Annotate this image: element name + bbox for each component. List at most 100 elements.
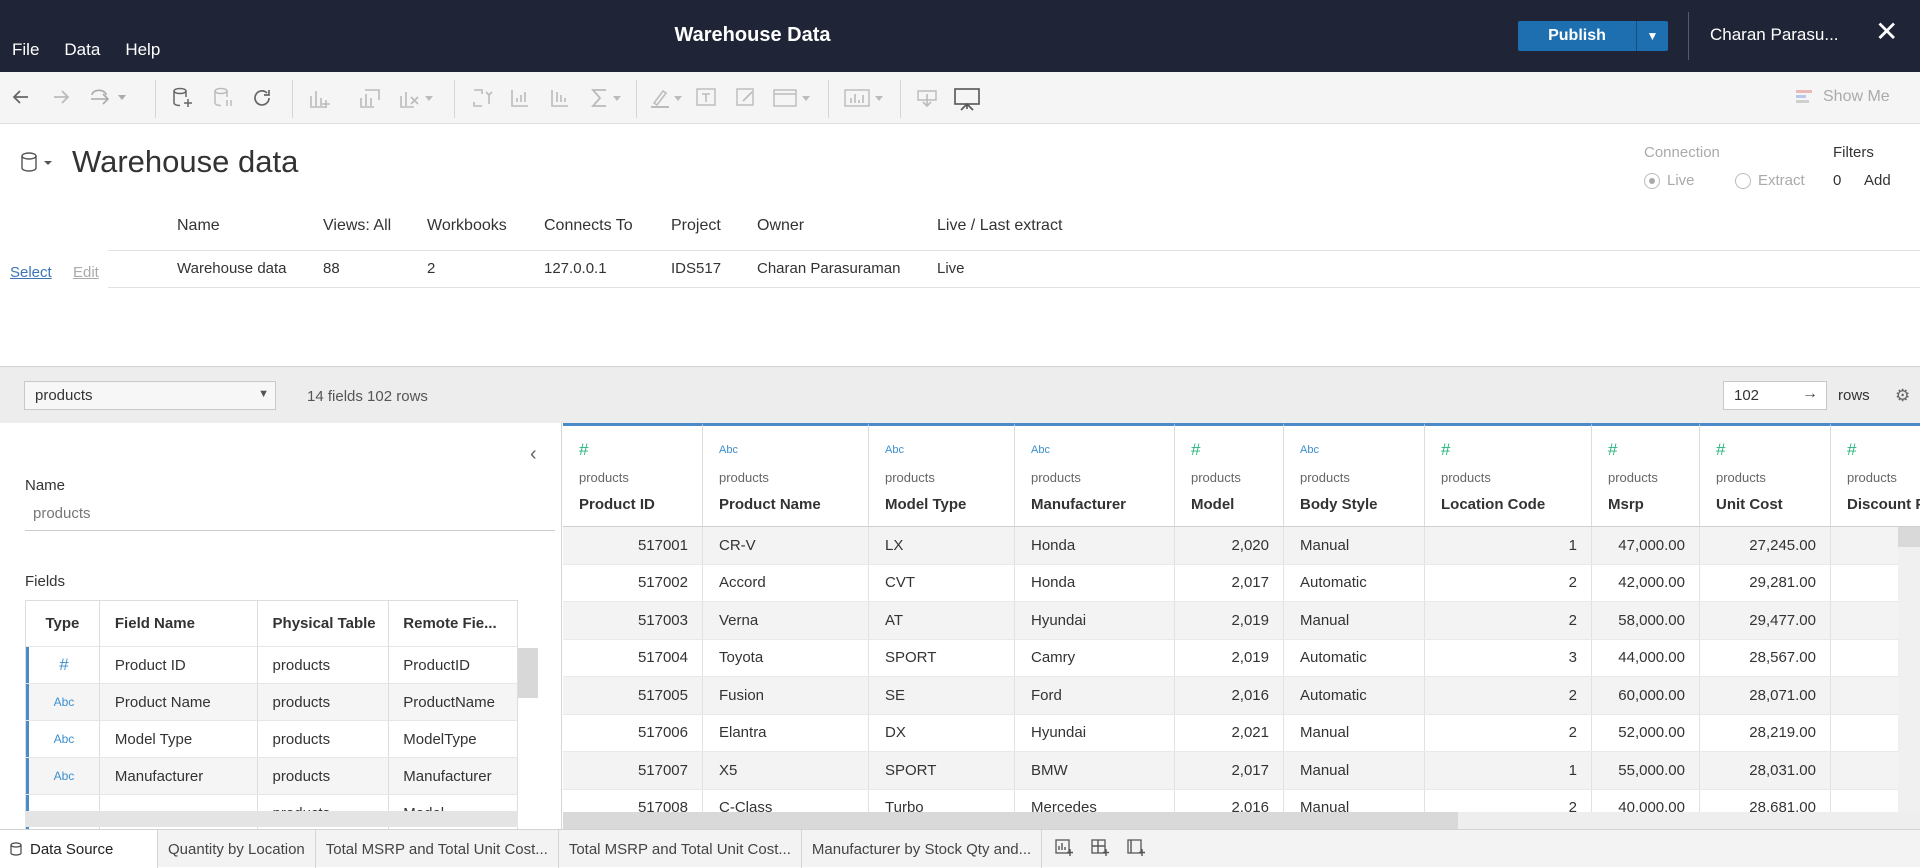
highlight-icon[interactable] [648,86,684,110]
number-type-icon[interactable]: # [1847,440,1856,460]
rows-input[interactable]: 102 → [1723,381,1827,410]
column-header[interactable]: # products Msrp [1592,423,1700,526]
publish-button[interactable]: Publish [1518,21,1637,51]
field-name[interactable]: Product ID [100,647,258,683]
field-name[interactable]: Model Type [100,721,258,757]
string-type-icon[interactable]: Abc [719,444,738,456]
gear-icon[interactable]: ⚙ [1895,387,1910,404]
undo-icon[interactable] [10,86,32,108]
number-type-icon[interactable]: # [1441,440,1450,460]
select-link[interactable]: Select [10,264,52,281]
tab-sheet[interactable]: Manufacturer by Stock Qty and... [802,830,1043,868]
table-row[interactable]: 517006 Elantra DX Hyundai 2,021 Manual 2 52,000… [563,714,1920,752]
arrow-right-icon[interactable]: → [1802,385,1818,403]
tab-data-source[interactable]: Data Source [0,830,158,868]
table-name-field[interactable]: products [25,501,555,531]
add-filter-link[interactable]: Add [1864,172,1891,189]
field-row[interactable]: Abc Product Name products ProductName [26,684,518,721]
table-select[interactable]: products ▼ [24,381,276,410]
column-header-physical-table[interactable]: Physical Table [258,601,390,646]
new-worksheet-icon[interactable] [1054,837,1074,861]
tab-sheet[interactable]: Quantity by Location [158,830,316,868]
table-row[interactable]: 517004 Toyota SPORT Camry 2,019 Automatic 3 44,… [563,639,1920,677]
horizontal-scrollbar[interactable] [563,812,1920,829]
pause-updates-icon[interactable] [212,86,234,110]
column-name[interactable]: Body Style [1300,496,1378,513]
duplicate-icon[interactable] [357,86,383,110]
publish-dropdown-icon[interactable]: ▼ [1637,21,1668,51]
edit-link[interactable]: Edit [73,264,99,281]
refresh-icon[interactable] [250,86,274,110]
annotate-icon[interactable] [735,86,757,108]
column-header-type[interactable]: Type [26,601,100,646]
column-name[interactable]: Manufacturer [1031,496,1126,513]
new-dashboard-icon[interactable] [1090,837,1110,861]
column-header-remote-field[interactable]: Remote Fie... [389,601,519,646]
number-type-icon[interactable]: # [59,655,68,675]
sort-ascending-icon[interactable] [508,86,532,110]
column-header[interactable]: # products Model [1175,423,1284,526]
new-story-icon[interactable] [1126,837,1146,861]
chevron-left-icon[interactable]: ‹ [530,443,537,466]
column-name[interactable]: Model [1191,496,1234,513]
column-header[interactable]: Abc products Manufacturer [1015,423,1175,526]
sort-descending-icon[interactable] [548,86,572,110]
table-row[interactable]: 517001 CR-V LX Honda 2,020 Manual 1 47,000.00 27… [563,527,1920,565]
new-data-source-icon[interactable] [170,86,194,110]
tab-sheet[interactable]: Total MSRP and Total Unit Cost... [316,830,559,868]
column-header[interactable]: # products Product ID [563,423,703,526]
new-worksheet-icon[interactable] [308,86,338,110]
string-type-icon[interactable]: Abc [885,444,904,456]
vertical-scrollbar[interactable] [1898,527,1920,812]
horizontal-scrollbar[interactable] [25,811,518,827]
connection-extract-radio[interactable]: Extract [1735,172,1805,189]
close-icon[interactable]: ✕ [1875,18,1898,46]
string-type-icon[interactable]: Abc [54,695,75,709]
field-name[interactable]: Manufacturer [100,758,258,794]
number-type-icon[interactable]: # [579,440,588,460]
field-row[interactable]: # Product ID products ProductID [26,647,518,684]
column-name[interactable]: Discount P [1847,496,1920,513]
column-header[interactable]: Abc products Model Type [869,423,1015,526]
column-name[interactable]: Model Type [885,496,966,513]
clear-sheet-icon[interactable] [398,86,434,110]
table-row[interactable]: 517007 X5 SPORT BMW 2,017 Manual 1 55,000.00 28,… [563,752,1920,790]
field-row[interactable]: Abc Manufacturer products Manufacturer [26,758,518,795]
tab-sheet[interactable]: Total MSRP and Total Unit Cost... [559,830,802,868]
column-header[interactable]: # products Location Code [1425,423,1592,526]
field-name[interactable]: Product Name [100,684,258,720]
table-row[interactable]: 517002 Accord CVT Honda 2,017 Automatic 2 42,00… [563,564,1920,602]
string-type-icon[interactable]: Abc [1300,444,1319,456]
column-name[interactable]: Unit Cost [1716,496,1783,513]
replay-icon[interactable] [88,86,128,108]
number-type-icon[interactable]: # [1608,440,1617,460]
show-me-button[interactable]: Show Me [1795,88,1890,106]
field-row[interactable]: Abc Model Type products ModelType [26,721,518,758]
column-header[interactable]: # products Unit Cost [1700,423,1831,526]
chart-type-icon[interactable] [843,86,887,110]
column-header[interactable]: Abc products Body Style [1284,423,1425,526]
number-type-icon[interactable]: # [1191,440,1200,460]
data-source-icon[interactable] [20,152,54,178]
vertical-scrollbar[interactable] [518,648,538,698]
column-header-field-name[interactable]: Field Name [100,601,258,646]
column-name[interactable]: Product Name [719,496,821,513]
data-source-title[interactable]: Warehouse data [72,144,298,180]
presentation-mode-icon[interactable] [953,86,981,112]
swap-icon[interactable] [470,86,494,110]
string-type-icon[interactable]: Abc [54,732,75,746]
totals-icon[interactable] [588,86,622,110]
number-type-icon[interactable]: # [1716,440,1725,460]
fit-icon[interactable] [772,86,814,110]
connection-live-radio[interactable]: Live [1644,172,1695,189]
column-name[interactable]: Location Code [1441,496,1545,513]
labels-icon[interactable] [695,86,717,108]
download-icon[interactable] [915,86,939,110]
table-row[interactable]: 517005 Fusion SE Ford 2,016 Automatic 2 60,000.… [563,677,1920,715]
scrollbar-thumb[interactable] [563,812,1458,829]
string-type-icon[interactable]: Abc [54,769,75,783]
column-header[interactable]: Abc products Product Name [703,423,869,526]
string-type-icon[interactable]: Abc [1031,444,1050,456]
column-name[interactable]: Product ID [579,496,655,513]
column-name[interactable]: Msrp [1608,496,1644,513]
